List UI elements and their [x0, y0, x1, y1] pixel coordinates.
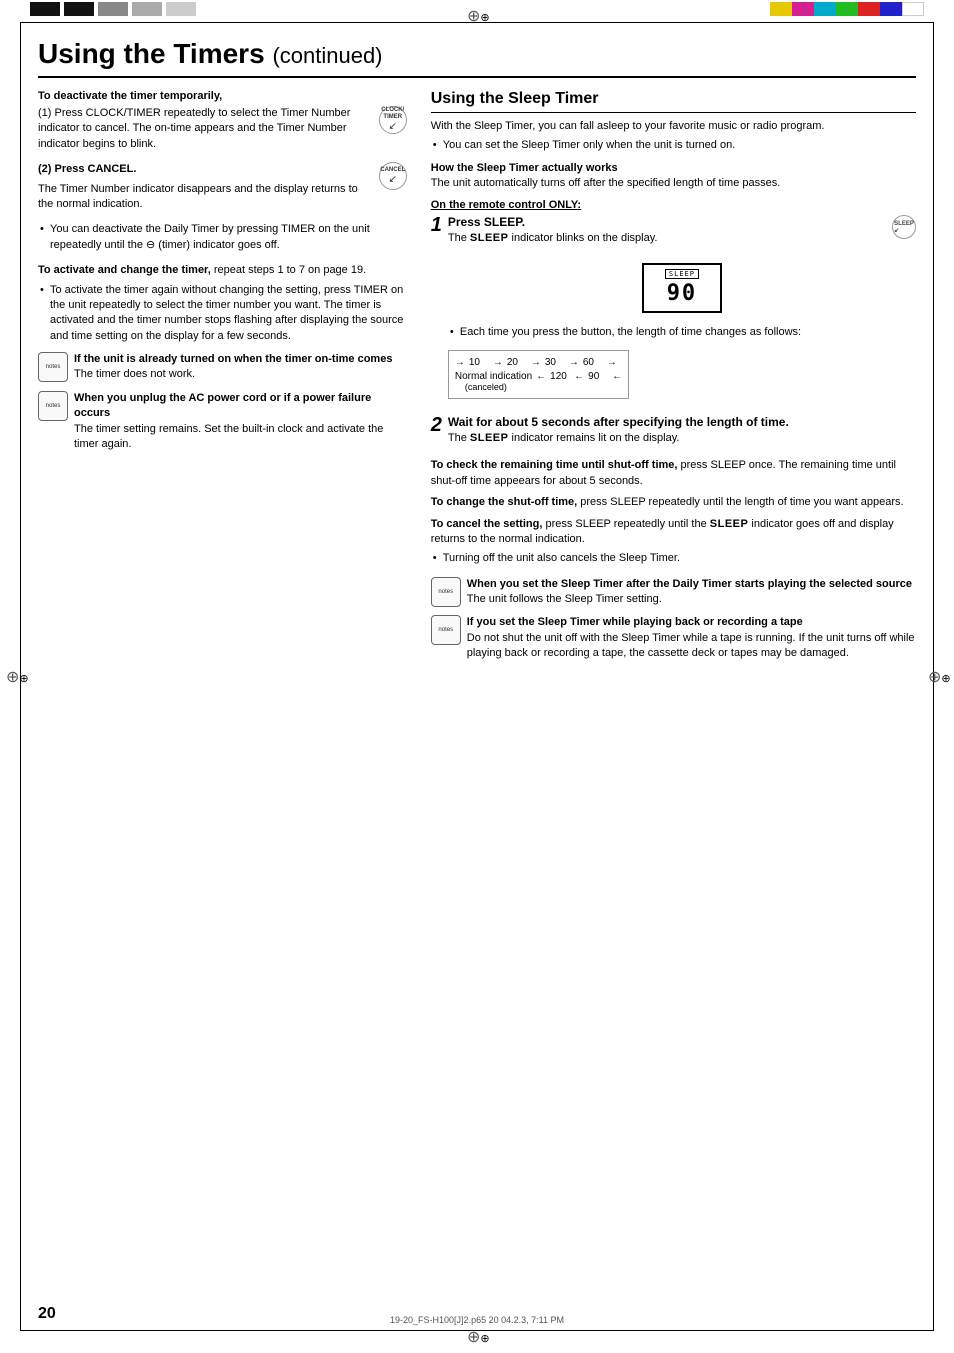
note1-text: If the unit is already turned on when th…	[74, 352, 407, 383]
arrow2	[493, 357, 503, 368]
left-column: To deactivate the timer temporarily, (1)…	[38, 90, 407, 670]
bar-magenta	[792, 2, 814, 16]
step2-body: The SLEEP indicator remains lit on the d…	[448, 431, 916, 446]
note1-icon	[38, 352, 68, 382]
note4-box: If you set the Sleep Timer while playing…	[431, 615, 916, 661]
note1-box: If the unit is already turned on when th…	[38, 352, 407, 383]
arrow8	[612, 371, 622, 382]
sleep-bullets: You can set the Sleep Timer only when th…	[431, 138, 916, 153]
bar-yellow	[770, 2, 792, 16]
step1-body: The SLEEP indicator blinks on the displa…	[448, 231, 658, 246]
note3-box: When you set the Sleep Timer after the D…	[431, 577, 916, 608]
two-col-layout: To deactivate the timer temporarily, (1)…	[38, 90, 916, 670]
step1-row: (1) Press CLOCK/TIMER repeatedly to sele…	[38, 106, 407, 156]
bar-seg-5	[166, 2, 196, 16]
step1-title: Press SLEEP.	[448, 215, 658, 229]
display-diagram-wrapper: SLEEP 90	[448, 257, 916, 319]
step2-content: Wait for about 5 seconds after specifyin…	[448, 415, 916, 450]
on-remote-label: On the remote control ONLY:	[431, 199, 916, 211]
step1-text: (1) Press CLOCK/TIMER repeatedly to sele…	[38, 106, 373, 156]
arrow4	[569, 357, 579, 368]
note2-box: When you unplug the AC power cord or if …	[38, 391, 407, 453]
bar-green	[836, 2, 858, 16]
sleep-intro: With the Sleep Timer, you can fall aslee…	[431, 119, 916, 134]
step2-text: (2) Press CANCEL. The Timer Number indic…	[38, 162, 373, 216]
deactivate-heading: To deactivate the timer temporarily,	[38, 90, 407, 102]
bar-blue	[880, 2, 902, 16]
reg-mark-left: ⊕	[6, 667, 26, 687]
reg-mark-right: ⊕	[928, 667, 948, 687]
bar-seg-3	[98, 2, 128, 16]
arrow7	[574, 371, 584, 382]
step2-row: (2) Press CANCEL. The Timer Number indic…	[38, 162, 407, 216]
arrow5	[607, 357, 617, 368]
time-sequence-diagram: 10 20 30 60 Normal indication	[448, 350, 629, 399]
bar-red	[858, 2, 880, 16]
check-para: To check the remaining time until shut-o…	[431, 458, 916, 489]
note2-text: When you unplug the AC power cord or if …	[74, 391, 407, 453]
arrow6	[536, 371, 546, 382]
sleep-display-diagram: SLEEP 90	[642, 263, 722, 313]
footer-info: 19-20_FS-H100[J]2.p65 20 04.2.3, 7:11 PM	[390, 1315, 564, 1325]
arrow3	[531, 357, 541, 368]
bar-white	[902, 2, 924, 16]
clock-timer-icon: CLOCK/TIMER ↙	[379, 106, 407, 134]
bar-seg-2	[64, 2, 94, 16]
note4-text: If you set the Sleep Timer while playing…	[467, 615, 916, 661]
bar-seg-1	[30, 2, 60, 16]
bar-cyan	[814, 2, 836, 16]
sleep-step1: 1 Press SLEEP. The SLEEP indicator blink…	[431, 215, 916, 407]
activate-heading-para: To activate and change the timer, repeat…	[38, 263, 407, 278]
title-subtitle: (continued)	[272, 43, 382, 68]
step1-sub-bullets: Each time you press the button, the leng…	[448, 325, 916, 340]
page-title: Using the Timers (continued)	[38, 38, 916, 78]
note3-icon	[431, 577, 461, 607]
bar-seg-4	[132, 2, 162, 16]
step2-title: Wait for about 5 seconds after specifyin…	[448, 415, 916, 429]
sleep-timer-heading: Using the Sleep Timer	[431, 90, 916, 113]
time-row-1: 10 20 30 60	[455, 357, 622, 368]
right-column: Using the Sleep Timer With the Sleep Tim…	[431, 90, 916, 670]
cancel-icon: CANCEL ↙	[379, 162, 407, 190]
step1-title-row: Press SLEEP. The SLEEP indicator blinks …	[448, 215, 916, 250]
reg-mark-top: ⊕	[467, 6, 487, 26]
cancel-bullets: Turning off the unit also cancels the Sl…	[431, 551, 916, 566]
change-para: To change the shut-off time, press SLEEP…	[431, 495, 916, 510]
step1-content: Press SLEEP. The SLEEP indicator blinks …	[448, 215, 916, 407]
activate-bullets: To activate the timer again without chan…	[38, 283, 407, 345]
normal-ind-label: Normal indication	[455, 371, 532, 382]
note3-text: When you set the Sleep Timer after the D…	[467, 577, 916, 608]
page-number: 20	[38, 1305, 56, 1323]
title-main: Using the Timers	[38, 38, 265, 69]
sleep-remote-icon: SLEEP↙	[892, 215, 916, 239]
how-works-body: The unit automatically turns off after t…	[431, 176, 916, 191]
page-content: Using the Timers (continued) To deactiva…	[38, 38, 916, 1315]
top-bar-left	[30, 2, 196, 16]
normal-indication-row: Normal indication 120 90	[455, 371, 622, 382]
reg-mark-bottom: ⊕	[467, 1327, 487, 1347]
deactivate-bullets: You can deactivate the Daily Timer by pr…	[38, 222, 407, 253]
top-bar-right	[770, 2, 924, 16]
sleep-step2: 2 Wait for about 5 seconds after specify…	[431, 415, 916, 450]
step2-number: 2	[431, 415, 442, 435]
canceled-label: (canceled)	[465, 382, 622, 392]
note4-icon	[431, 615, 461, 645]
each-time-text: Each time you press the button, the leng…	[448, 325, 916, 340]
step1-title-text: Press SLEEP. The SLEEP indicator blinks …	[448, 215, 658, 250]
arrow1	[455, 357, 465, 368]
step1-number: 1	[431, 215, 442, 235]
cancel-setting-para: To cancel the setting, press SLEEP repea…	[431, 517, 916, 548]
how-works-heading: How the Sleep Timer actually works	[431, 162, 916, 174]
note2-icon	[38, 391, 68, 421]
